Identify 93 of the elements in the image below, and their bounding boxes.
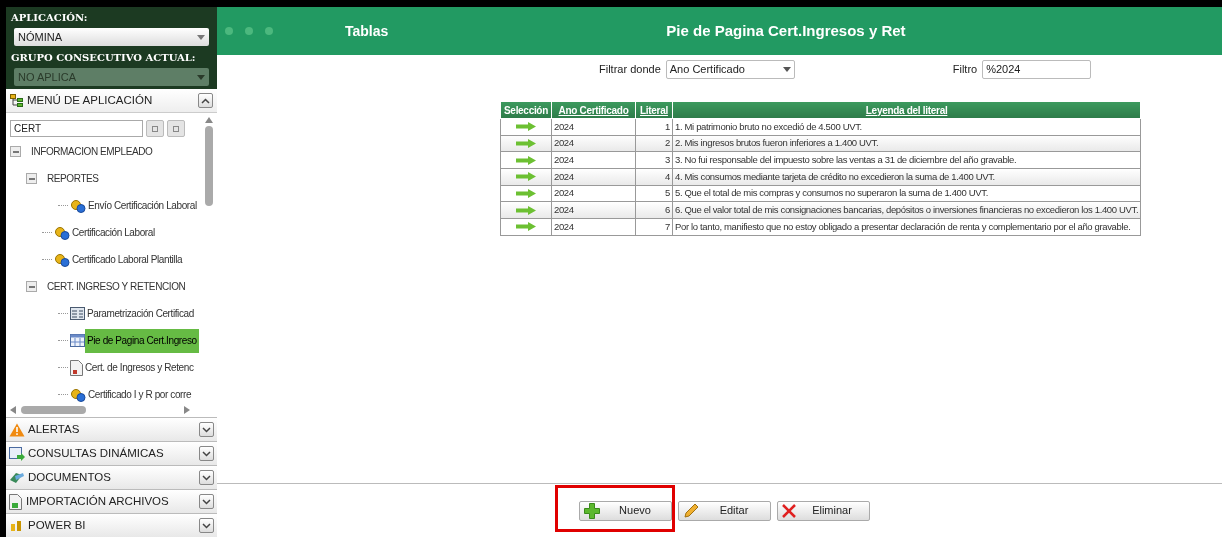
scrollbar-thumb[interactable] <box>205 126 213 206</box>
form-icon <box>70 307 85 320</box>
table-cell: 2. Mis ingresos brutos fueron inferiores a 1.400 UVT. <box>672 135 1141 152</box>
breadcrumb-text: Tablas <box>345 21 389 41</box>
filter-field[interactable]: %2024 <box>982 59 1092 79</box>
table-cell: 5 <box>635 185 673 202</box>
action-button[interactable]: Eliminar <box>776 500 870 521</box>
table-cell: 1. Mi patrimonio bruto no excedió de 4.500 UVT. <box>672 118 1141 136</box>
column-header[interactable]: Leyenda del literal <box>672 101 1141 119</box>
table-cell: 5. Que el total de mis compras y consumos no superaron la suma de 1.400 UVT. <box>672 185 1141 202</box>
table-cell: 2024 <box>551 118 636 136</box>
accordion-section[interactable]: ALERTAS <box>6 417 217 441</box>
expand-icon[interactable] <box>199 422 214 437</box>
collapse-all-icon[interactable] <box>146 120 164 137</box>
tree-item[interactable]: Pie de Pagina Cert.Ingreso <box>85 328 199 353</box>
expand-icon[interactable] <box>199 494 214 509</box>
filter-where-label: Filtrar donde <box>599 61 661 77</box>
file-import-icon <box>9 493 23 510</box>
table-cell: Por lo tanto, manifiesto que no estoy obligado a presentar declaración de renta y complementario por el año gravable. <box>672 218 1141 236</box>
collapse-toggle-icon[interactable] <box>10 146 21 157</box>
table-icon <box>70 334 85 347</box>
table-cell: 2024 <box>551 151 636 169</box>
tree-folder[interactable]: CERT. INGRESO Y RETENCION <box>45 274 188 299</box>
column-header[interactable]: Literal <box>635 101 673 119</box>
select-arrow-icon[interactable] <box>516 139 536 149</box>
tree-folder[interactable]: INFORMACION EMPLEADO <box>29 139 155 164</box>
table-cell: 4. Mis consumos mediante tarjeta de crédito no excedieron la suma de 1.400 UVT. <box>672 168 1141 186</box>
column-header[interactable]: Ano Certificado <box>551 101 636 119</box>
column-header: Selección <box>500 101 552 119</box>
document-icon <box>70 359 83 376</box>
select-arrow-icon[interactable] <box>516 155 536 165</box>
tree-item[interactable]: Certificado I y R por corre <box>86 382 194 407</box>
select-arrow-icon[interactable] <box>516 122 536 132</box>
table-cell: 2024 <box>551 201 636 219</box>
dropdown-caret-icon <box>197 74 205 80</box>
table-cell: 7 <box>635 218 673 236</box>
table-cell: 2024 <box>551 218 636 236</box>
documents-icon <box>9 470 25 485</box>
table-cell: 2024 <box>551 185 636 202</box>
scroll-up-icon[interactable] <box>205 117 213 123</box>
gears-icon <box>54 252 70 267</box>
expand-icon[interactable] <box>199 446 214 461</box>
filter-label: Filtro <box>952 61 978 77</box>
table-cell: 2024 <box>551 168 636 186</box>
accordion-section[interactable]: CONSULTAS DINÁMICAS <box>6 441 217 465</box>
select-arrow-icon[interactable] <box>516 205 536 215</box>
collapse-toggle-icon[interactable] <box>26 173 37 184</box>
table-cell: 2 <box>635 135 673 152</box>
table-cell: 3. No fui responsable del impuesto sobre las ventas a 31 de diciembre del año gravable. <box>672 151 1141 169</box>
hierarchy-icon <box>10 94 23 107</box>
menu-search-field[interactable]: CERT <box>10 120 143 137</box>
filter-where-select[interactable]: Ano Certificado <box>665 59 795 79</box>
gears-icon <box>70 198 86 213</box>
expand-icon[interactable] <box>199 470 214 485</box>
application-label: APLICACIÓN: <box>11 11 89 25</box>
tree-item[interactable]: Parametrización Certificad <box>85 301 196 326</box>
table-cell: 2024 <box>551 135 636 152</box>
pencil-icon <box>682 502 699 519</box>
table-cell: 6 <box>635 201 673 219</box>
tree-item[interactable]: Certificado Laboral Plantilla <box>70 247 185 272</box>
table-cell: 1 <box>635 118 673 136</box>
tree-folder[interactable]: REPORTES <box>45 166 101 191</box>
scroll-left-icon[interactable] <box>10 406 16 414</box>
close-icon <box>781 503 796 518</box>
action-button[interactable]: Editar <box>677 500 771 521</box>
tree-item[interactable]: Envío Certificación Laboral <box>86 193 199 218</box>
collapse-toggle-icon[interactable] <box>26 281 37 292</box>
dropdown-caret-icon <box>197 34 205 40</box>
expand-all-icon[interactable] <box>167 120 185 137</box>
dropdown-caret-icon <box>782 66 791 72</box>
select-arrow-icon[interactable] <box>516 172 536 182</box>
expand-icon[interactable] <box>199 518 214 533</box>
collapse-icon[interactable] <box>198 93 213 108</box>
plus-icon <box>583 502 600 519</box>
gears-icon <box>54 225 70 240</box>
gears-icon <box>70 387 86 402</box>
tree-item[interactable]: Cert. de Ingresos y Retenc <box>83 355 196 380</box>
accordion-section[interactable]: DOCUMENTOS <box>6 465 217 489</box>
table-cell: 6. Que el valor total de mis consignaciones bancarias, depósitos o inversiones financieras no excedieron los 1.400 UVT. <box>672 201 1141 219</box>
select-arrow-icon[interactable] <box>516 222 536 232</box>
scrollbar-thumb[interactable] <box>21 406 86 414</box>
scroll-right-icon[interactable] <box>184 406 190 414</box>
select-arrow-icon[interactable] <box>516 189 536 199</box>
accordion-section[interactable]: IMPORTACIÓN ARCHIVOS <box>6 489 217 513</box>
table-cell: 4 <box>635 168 673 186</box>
warning-icon <box>9 422 25 437</box>
page-title: Pie de Pagina Cert.Ingresos y Ret <box>666 20 906 41</box>
group-label: GRUPO CONSECUTIVO ACTUAL: <box>11 51 197 65</box>
application-select[interactable]: NÓMINA <box>14 28 209 46</box>
accordion-section[interactable]: POWER BI <box>6 513 217 537</box>
table-cell: 3 <box>635 151 673 169</box>
action-button[interactable]: Nuevo <box>578 500 672 521</box>
tree-item[interactable]: Certificación Laboral <box>70 220 157 245</box>
